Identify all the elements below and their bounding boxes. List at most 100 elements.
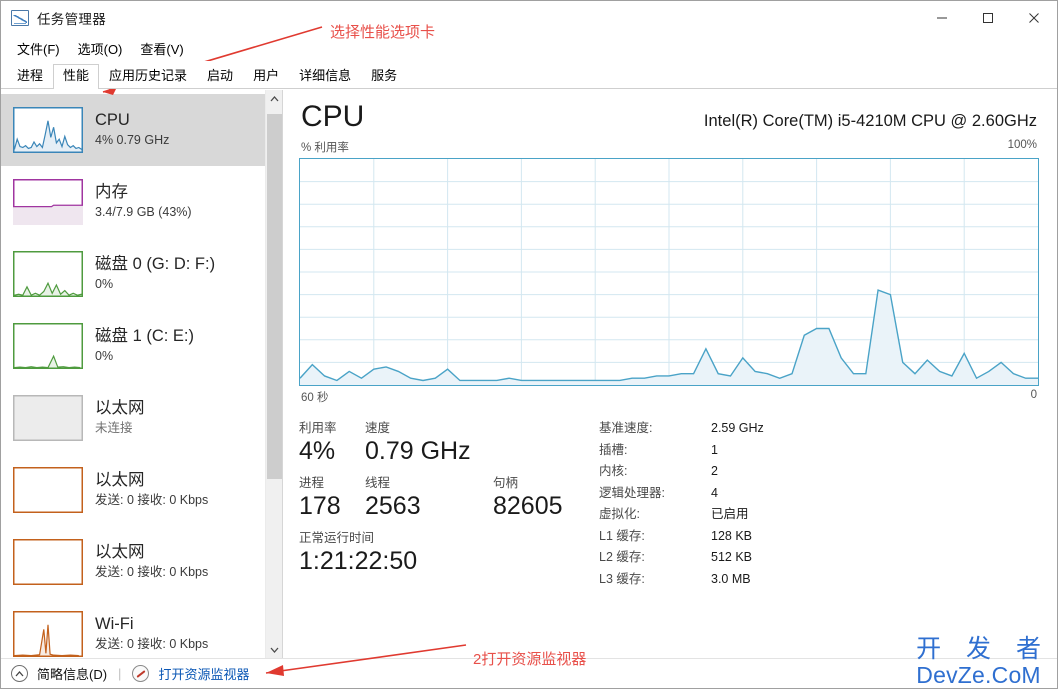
graph-x-end-label: 0 xyxy=(1030,389,1037,401)
sidebar-item-mini-graph xyxy=(13,323,83,369)
annotation-label-2: 2打开资源监视器 xyxy=(473,651,587,668)
sidebar-item-title: 磁盘 0 (G: D: F:) xyxy=(95,255,216,274)
tab-details[interactable]: 详细信息 xyxy=(289,64,361,89)
sidebar-item-mini-graph xyxy=(13,107,83,153)
open-resource-monitor-link[interactable]: 打开资源监视器 xyxy=(158,664,249,683)
cpu-utilization-graph[interactable] xyxy=(299,158,1039,386)
window-title: 任务管理器 xyxy=(37,12,106,27)
tab-app-history[interactable]: 应用历史记录 xyxy=(99,64,197,89)
sidebar-item-mini-graph xyxy=(13,395,83,441)
sidebar-item-title: 磁盘 1 (C: E:) xyxy=(95,327,195,346)
spec-value: 1 xyxy=(711,442,718,457)
stat-processes-label: 进程 xyxy=(299,476,325,491)
stat-speed-label: 速度 xyxy=(365,421,391,435)
tab-processes[interactable]: 进程 xyxy=(7,64,53,89)
menu-item-file[interactable]: 文件(F) xyxy=(9,36,68,61)
cpu-detail-panel: CPU Intel(R) Core(TM) i5-4210M CPU @ 2.6… xyxy=(283,90,1057,658)
sidebar-item-mini-graph xyxy=(13,539,83,585)
stat-speed-value: 0.79 GHz xyxy=(365,436,471,465)
stat-processes-value: 178 xyxy=(299,491,341,520)
sidebar-item-5[interactable]: 以太网 未连接 xyxy=(1,382,265,454)
close-button[interactable] xyxy=(1011,1,1057,35)
graph-y-max-label: 100% xyxy=(1007,139,1037,151)
spec-row: L3 缓存: 3.0 MB xyxy=(599,571,1039,586)
chevron-up-icon[interactable] xyxy=(11,665,28,682)
spec-key: L3 缓存: xyxy=(599,571,645,586)
stat-utilization: 利用率 4% xyxy=(299,421,365,466)
fewer-details-button[interactable]: 简略信息(D) xyxy=(37,664,107,683)
title-bar: 任务管理器 xyxy=(1,1,1057,35)
sidebar-item-1[interactable]: CPU 4% 0.79 GHz xyxy=(1,94,265,166)
sidebar-item-mini-graph xyxy=(13,179,83,225)
sidebar-item-title: 内存 xyxy=(95,183,128,202)
stat-threads: 线程 2563 xyxy=(365,476,493,521)
spec-row: 插槽: 1 xyxy=(599,442,1039,457)
spec-row: 基准速度: 2.59 GHz xyxy=(599,422,1039,435)
spec-row: 逻辑处理器: 4 xyxy=(599,485,1039,500)
spec-row: 内核: 2 xyxy=(599,465,1039,478)
graph-y-axis-label: % 利用率 xyxy=(301,142,349,154)
sidebar-item-7[interactable]: 以太网 发送: 0 接收: 0 Kbps xyxy=(1,526,265,598)
graph-x-start-label: 60 秒 xyxy=(301,392,329,404)
tab-services[interactable]: 服务 xyxy=(361,64,407,89)
tab-users[interactable]: 用户 xyxy=(243,64,289,89)
stats-row-counts: 进程 178 线程 2563 句柄 82605 xyxy=(299,476,599,521)
cpu-model-name: Intel(R) Core(TM) i5-4210M CPU @ 2.60GHz xyxy=(703,111,1037,130)
sidebar-item-subtitle: 发送: 0 接收: 0 Kbps xyxy=(95,636,209,651)
maximize-button[interactable] xyxy=(965,1,1011,35)
spec-value: 4 xyxy=(711,485,718,500)
sidebar-item-texts: 内存 3.4/7.9 GB (43%) xyxy=(95,183,192,220)
sidebar-item-subtitle: 发送: 0 接收: 0 Kbps xyxy=(95,492,209,507)
stat-handles: 句柄 82605 xyxy=(493,476,563,521)
sidebar-item-mini-graph xyxy=(13,467,83,513)
panel-title: CPU xyxy=(301,100,365,133)
scroll-up-icon[interactable] xyxy=(266,90,282,107)
annotation-label-1: 选择性能选项卡 xyxy=(330,24,436,41)
sidebar-item-title: CPU xyxy=(95,111,130,130)
tab-startup[interactable]: 启动 xyxy=(197,64,243,89)
stat-utilization-value: 4% xyxy=(299,436,336,465)
stat-uptime: 正常运行时间 1:21:22:50 xyxy=(299,531,417,576)
sidebar-item-title: 以太网 xyxy=(95,399,145,418)
sidebar-item-texts: 以太网 发送: 0 接收: 0 Kbps xyxy=(95,471,208,508)
sidebar-item-subtitle: 发送: 0 接收: 0 Kbps xyxy=(95,564,209,579)
tab-performance[interactable]: 性能 xyxy=(53,64,100,89)
stats-row-utilization: 利用率 4% 速度 0.79 GHz xyxy=(299,421,599,466)
spec-key: 内核: xyxy=(599,464,628,478)
performance-sidebar: CPU 4% 0.79 GHz 内存 3.4/7.9 GB (43%) 磁盘 0 (G:… xyxy=(1,90,283,658)
menu-item-options[interactable]: 选项(O) xyxy=(70,36,131,61)
sidebar-item-6[interactable]: 以太网 发送: 0 接收: 0 Kbps xyxy=(1,454,265,526)
scroll-down-icon[interactable] xyxy=(266,641,282,658)
minimize-button[interactable] xyxy=(919,1,965,35)
sidebar-item-8[interactable]: Wi-Fi 发送: 0 接收: 0 Kbps xyxy=(1,598,265,658)
spec-key: 逻辑处理器: xyxy=(599,485,665,500)
sidebar-item-title: Wi-Fi xyxy=(95,615,134,634)
stat-handles-label: 句柄 xyxy=(493,476,519,491)
watermark-line-2: DevZe.CoM xyxy=(916,662,1041,688)
spec-key: L1 缓存: xyxy=(599,528,645,543)
sidebar-item-mini-graph xyxy=(13,611,83,657)
sidebar-scrollbar[interactable] xyxy=(265,90,282,658)
stats-row-uptime: 正常运行时间 1:21:22:50 xyxy=(299,531,599,576)
stat-uptime-value: 1:21:22:50 xyxy=(299,546,418,575)
resource-monitor-icon[interactable] xyxy=(132,665,150,682)
sidebar-item-texts: 磁盘 0 (G: D: F:) 0% xyxy=(95,255,215,292)
stat-utilization-label: 利用率 xyxy=(299,421,337,435)
sidebar-item-3[interactable]: 磁盘 0 (G: D: F:) 0% xyxy=(1,238,265,310)
stat-processes: 进程 178 xyxy=(299,476,365,521)
spec-row: 虚拟化: 已启用 xyxy=(599,508,1039,521)
status-separator: | xyxy=(118,666,122,681)
spec-key: 基准速度: xyxy=(599,421,653,435)
stat-threads-value: 2563 xyxy=(365,491,421,520)
stat-handles-value: 82605 xyxy=(493,491,563,520)
spec-key: 虚拟化: xyxy=(599,507,640,521)
watermark-line-1: 开 发 者 xyxy=(916,635,1050,663)
task-manager-window: 任务管理器 文件(F) 选项(O) 查看(V) 进程 性能 应用历史记录 启动 … xyxy=(0,0,1058,689)
scrollbar-thumb[interactable] xyxy=(267,114,282,479)
stat-uptime-label: 正常运行时间 xyxy=(299,531,375,546)
sidebar-item-2[interactable]: 内存 3.4/7.9 GB (43%) xyxy=(1,166,265,238)
stats-area: 利用率 4% 速度 0.79 GHz 进程 178 线程 2563 句柄 826… xyxy=(299,405,1039,594)
sidebar-item-4[interactable]: 磁盘 1 (C: E:) 0% xyxy=(1,310,265,382)
sidebar-list: CPU 4% 0.79 GHz 内存 3.4/7.9 GB (43%) 磁盘 0 (G:… xyxy=(1,90,265,658)
menu-item-view[interactable]: 查看(V) xyxy=(132,36,191,61)
